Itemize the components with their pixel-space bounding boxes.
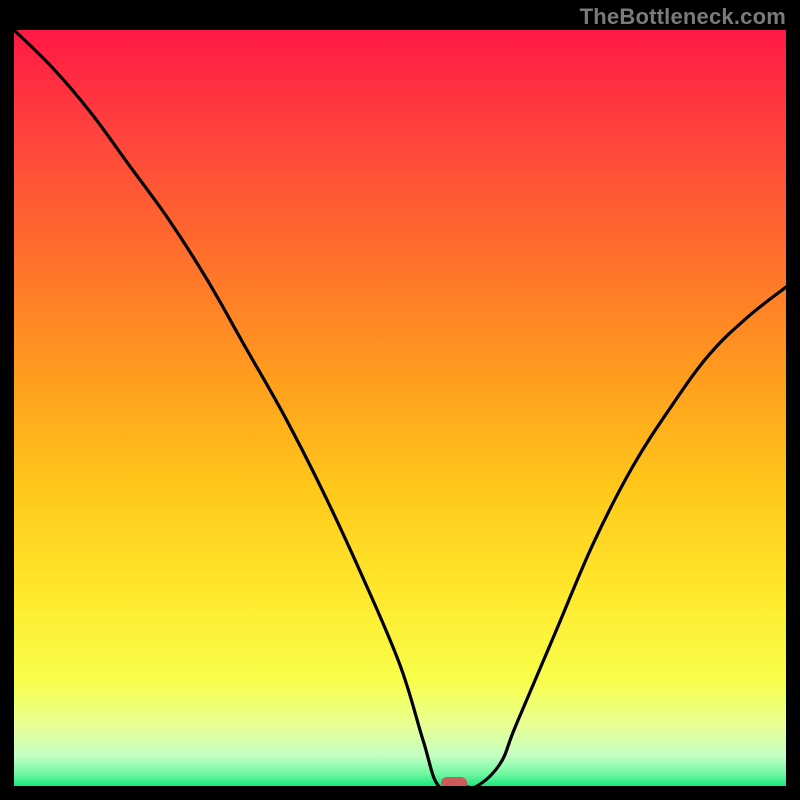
sweet-spot-marker	[441, 777, 467, 786]
bottleneck-chart	[14, 30, 786, 786]
plot-area	[14, 30, 786, 786]
watermark-text: TheBottleneck.com	[580, 4, 786, 30]
chart-frame: TheBottleneck.com	[0, 0, 800, 800]
